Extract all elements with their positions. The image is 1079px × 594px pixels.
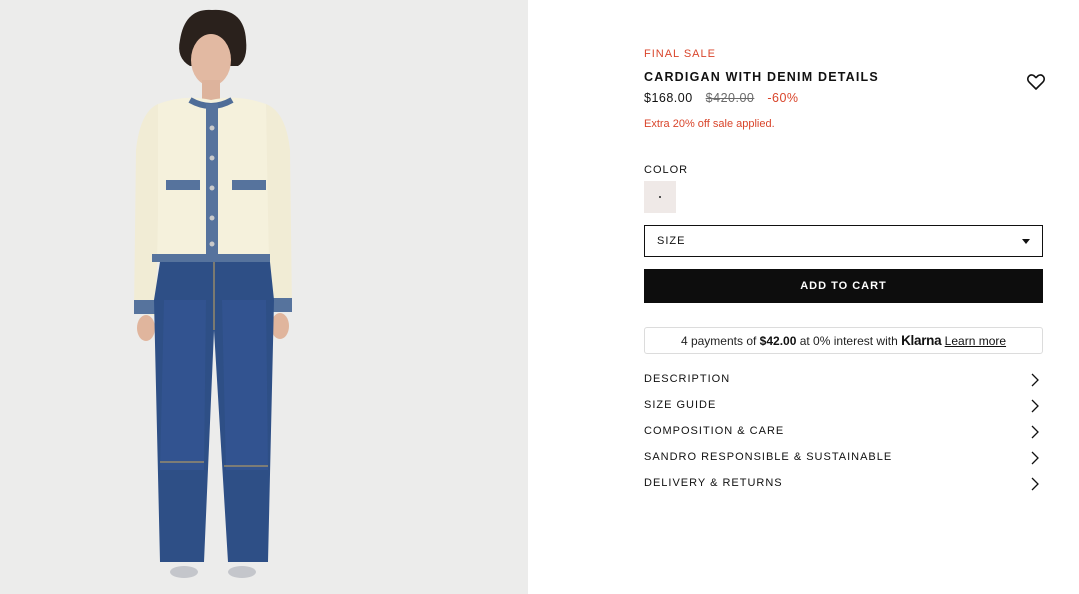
price-row: $168.00 $420.00 -60% [644,91,799,105]
extra-offer-text: Extra 20% off sale applied. [644,118,775,130]
add-to-cart-button[interactable]: ADD TO CART [644,269,1043,303]
product-image[interactable] [0,0,528,594]
accordion-label: DESCRIPTION [644,373,731,385]
accordion-label: SANDRO RESPONSIBLE & SUSTAINABLE [644,451,893,463]
klarna-prefix: 4 payments of [680,334,757,348]
accordion-label: SIZE GUIDE [644,399,717,411]
wishlist-button[interactable] [1026,72,1046,92]
accordion-description[interactable]: DESCRIPTION [644,370,1043,390]
klarna-banner: 4 payments of $42.00 at 0% interest with… [644,327,1043,354]
color-label: COLOR [644,164,689,176]
model-illustration [0,0,528,594]
accordion-size-guide[interactable]: SIZE GUIDE [644,396,1043,416]
accordion-label: DELIVERY & RETURNS [644,477,783,489]
original-price: $420.00 [705,91,755,105]
klarna-amount: $42.00 [759,334,797,348]
chevron-right-icon [1031,425,1039,439]
final-sale-badge: FINAL SALE [644,48,716,60]
accordion-delivery-returns[interactable]: DELIVERY & RETURNS [644,474,1043,494]
klarna-logo: Klarna [901,333,942,348]
caret-down-icon [1022,239,1030,244]
size-select-label: SIZE [657,235,686,247]
accordion-label: COMPOSITION & CARE [644,425,785,437]
accordion-responsible-sustainable[interactable]: SANDRO RESPONSIBLE & SUSTAINABLE [644,448,1043,468]
accordion-composition-care[interactable]: COMPOSITION & CARE [644,422,1043,442]
size-select[interactable]: SIZE [644,225,1043,257]
chevron-right-icon [1031,451,1039,465]
selected-indicator [659,196,661,198]
heart-icon [1026,74,1046,90]
discount-percent: -60% [767,91,799,105]
klarna-middle: at 0% interest with [799,334,898,348]
chevron-right-icon [1031,477,1039,491]
color-swatch[interactable] [644,181,676,213]
chevron-right-icon [1031,399,1039,413]
product-title: CARDIGAN WITH DENIM DETAILS [644,70,879,84]
chevron-right-icon [1031,373,1039,387]
klarna-learn-more-link[interactable]: Learn more [945,334,1006,348]
current-price: $168.00 [644,91,693,105]
